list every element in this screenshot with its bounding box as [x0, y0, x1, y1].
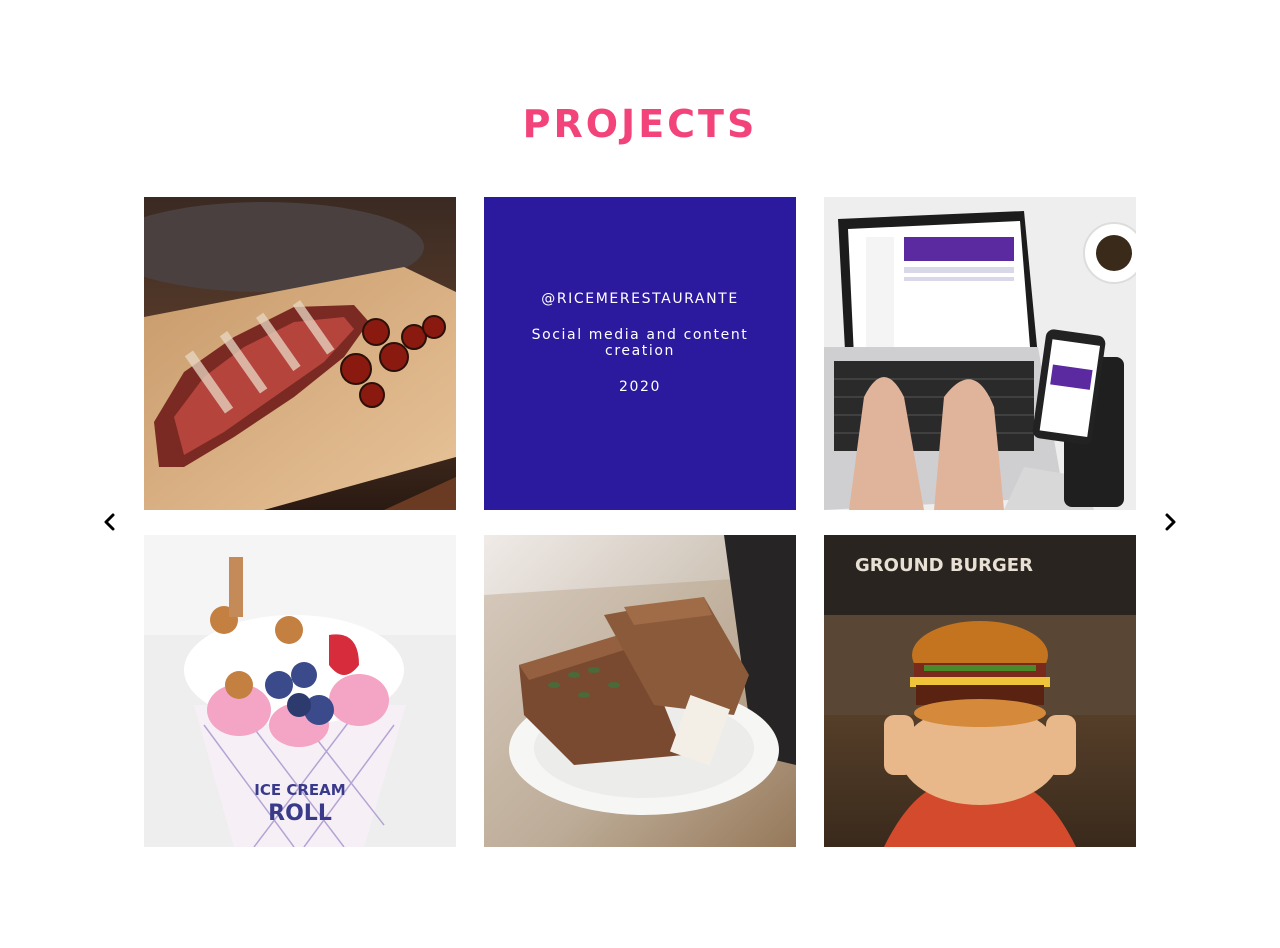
- next-button[interactable]: [1158, 510, 1182, 534]
- gallery-item-info[interactable]: @RICEMERESTAURANTE Social media and cont…: [484, 197, 796, 510]
- gallery-item-ice-cream[interactable]: ICE CREAM ROLL: [144, 535, 456, 847]
- previous-button[interactable]: [98, 510, 122, 534]
- project-description: Social media and content creation: [531, 327, 749, 359]
- gallery-item-steak[interactable]: [144, 197, 456, 510]
- project-handle: @RICEMERESTAURANTE: [541, 291, 739, 307]
- section-title: PROJECTS: [522, 102, 758, 146]
- chevron-left-icon: [104, 513, 115, 531]
- steak-photo: [144, 197, 456, 510]
- ice-cream-roll-photo: ICE CREAM ROLL: [144, 535, 456, 847]
- gallery-item-burger[interactable]: GROUND BURGER: [824, 535, 1136, 847]
- project-year: 2020: [618, 379, 662, 395]
- gallery-item-bread[interactable]: [484, 535, 796, 847]
- burger-photo: GROUND BURGER: [824, 535, 1136, 847]
- chevron-right-icon: [1165, 513, 1176, 531]
- cup-label-bottom: ROLL: [268, 801, 332, 826]
- gallery-item-laptop[interactable]: [824, 197, 1136, 510]
- laptop-photo: [824, 197, 1136, 510]
- restaurant-sign: GROUND BURGER: [855, 555, 1033, 576]
- bread-photo: [484, 535, 796, 847]
- cup-label-top: ICE CREAM: [254, 781, 345, 799]
- projects-section: PROJECTS @RICEMERESTAURANTE Social media…: [0, 0, 1280, 948]
- projects-gallery: @RICEMERESTAURANTE Social media and cont…: [144, 197, 1136, 847]
